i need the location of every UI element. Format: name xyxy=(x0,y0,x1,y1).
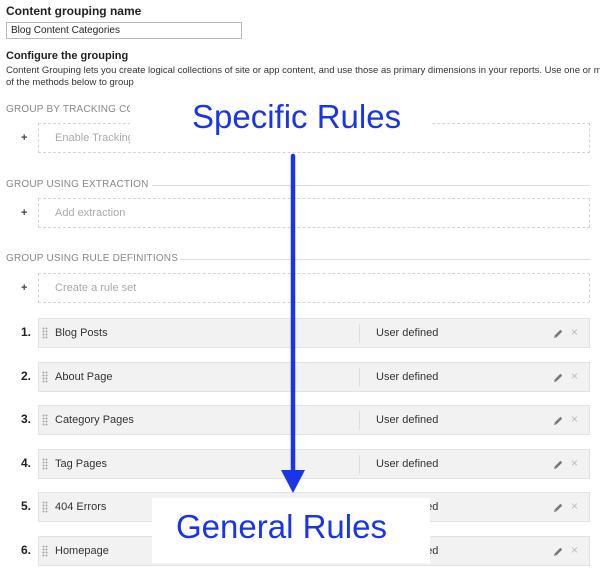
column-divider xyxy=(359,324,360,343)
rule-number: 6. xyxy=(21,543,32,557)
configure-desc-line-2: of the methods below to group xyxy=(6,77,134,88)
close-icon[interactable]: × xyxy=(571,499,578,513)
pencil-icon[interactable] xyxy=(552,545,564,557)
rule-number: 4. xyxy=(21,456,32,470)
rule-number: 5. xyxy=(21,499,32,513)
annotation-general-rules-text: General Rules xyxy=(176,508,387,545)
add-extraction-label: Add extraction xyxy=(55,207,126,219)
drag-handle-icon[interactable] xyxy=(42,371,48,383)
rule-type: User defined xyxy=(376,414,439,426)
configure-description: Content Grouping lets you create logical… xyxy=(6,65,600,89)
close-icon[interactable]: × xyxy=(571,543,578,557)
rule-name: Tag Pages xyxy=(55,458,107,470)
annotation-general-rules: General Rules xyxy=(152,498,430,563)
rule-number: 2. xyxy=(21,369,32,383)
plus-icon[interactable]: + xyxy=(21,282,27,294)
content-grouping-name-label: Content grouping name xyxy=(6,4,142,18)
rule-name: Homepage xyxy=(55,545,109,557)
annotation-specific-rules-text: Specific Rules xyxy=(192,98,402,135)
drag-handle-icon[interactable] xyxy=(42,545,48,557)
drag-handle-icon[interactable] xyxy=(42,458,48,470)
section-header-tracking: GROUP BY TRACKING CO xyxy=(6,104,135,115)
content-grouping-name-input[interactable] xyxy=(6,22,242,39)
rule-type: User defined xyxy=(376,327,439,339)
configure-desc-line-1: Content Grouping lets you create logical… xyxy=(6,65,600,76)
rule-number: 1. xyxy=(21,325,32,339)
pencil-icon[interactable] xyxy=(552,414,564,426)
close-icon[interactable]: × xyxy=(571,369,578,383)
column-divider xyxy=(359,455,360,474)
drag-handle-icon[interactable] xyxy=(42,501,48,513)
section-header-extraction: GROUP USING EXTRACTION xyxy=(6,179,149,190)
column-divider xyxy=(359,368,360,387)
column-divider xyxy=(359,411,360,430)
plus-icon[interactable]: + xyxy=(21,132,27,144)
arrow-down-icon xyxy=(281,153,305,493)
section-header-rule-definitions: GROUP USING RULE DEFINITIONS xyxy=(6,253,179,264)
configure-title: Configure the grouping xyxy=(6,50,129,62)
pencil-icon[interactable] xyxy=(552,327,564,339)
rule-name: 404 Errors xyxy=(55,501,107,513)
rule-number: 3. xyxy=(21,412,32,426)
drag-handle-icon[interactable] xyxy=(42,414,48,426)
pencil-icon[interactable] xyxy=(552,458,564,470)
create-rule-set-label: Create a rule set xyxy=(55,282,137,294)
pencil-icon[interactable] xyxy=(552,371,564,383)
rule-type: User defined xyxy=(376,458,439,470)
rule-type: User defined xyxy=(376,371,439,383)
annotation-specific-rules: Specific Rules xyxy=(130,92,430,150)
rule-name: Blog Posts xyxy=(55,327,108,339)
section-divider xyxy=(180,259,590,260)
close-icon[interactable]: × xyxy=(571,456,578,470)
rule-name: Category Pages xyxy=(55,414,134,426)
close-icon[interactable]: × xyxy=(571,412,578,426)
close-icon[interactable]: × xyxy=(571,325,578,339)
plus-icon[interactable]: + xyxy=(21,207,27,219)
drag-handle-icon[interactable] xyxy=(42,327,48,339)
pencil-icon[interactable] xyxy=(552,501,564,513)
rule-name: About Page xyxy=(55,371,113,383)
enable-tracking-label: Enable Tracking xyxy=(55,132,134,144)
section-divider xyxy=(152,185,590,186)
